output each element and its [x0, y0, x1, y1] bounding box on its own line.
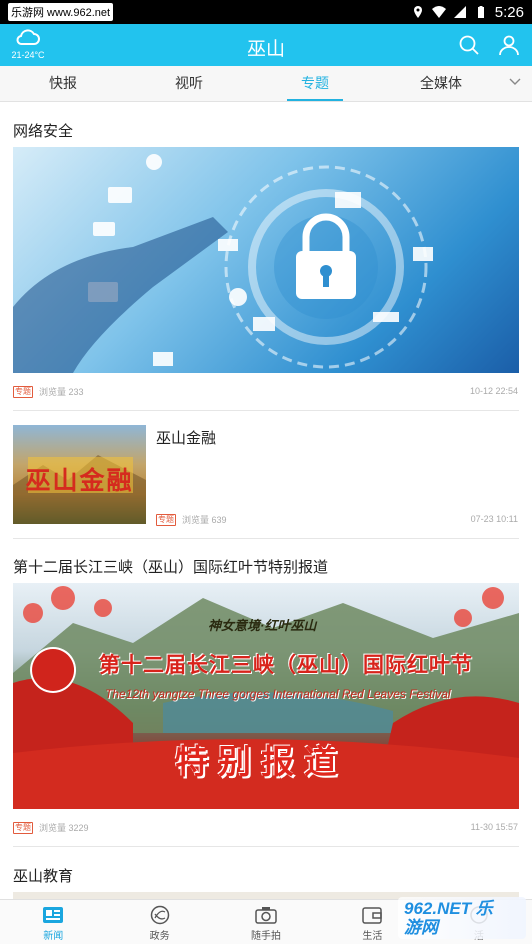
- divider: [13, 846, 519, 847]
- divider: [13, 538, 519, 539]
- watermark-bottom-right: 962.NET 乐游网: [398, 897, 526, 939]
- view-count: 浏览量 3229: [39, 823, 89, 833]
- banner-english-title: The12th yangtze Three gorges Internation…: [105, 687, 451, 701]
- tab-zhuanti[interactable]: 专题: [252, 66, 378, 101]
- article-image-red-leaves-festival[interactable]: 神女意境·红叶巫山 第十二届长江三峡（巫山）国际红叶节 The12th yang…: [13, 583, 519, 809]
- article-title[interactable]: 巫山金融: [156, 427, 216, 448]
- nav-label: 随手拍: [251, 931, 282, 942]
- security-illustration: [13, 154, 433, 373]
- article-thumbnail-wushan-finance[interactable]: 巫山金融: [13, 425, 146, 524]
- divider: [13, 410, 519, 411]
- nav-snapshot[interactable]: 随手拍: [213, 900, 319, 944]
- banner-festival-title: 第十二届长江三峡（巫山）国际红叶节: [99, 654, 473, 677]
- banner-special-report: 特别报道: [175, 743, 347, 780]
- user-icon[interactable]: [498, 34, 520, 56]
- battery-icon: [477, 6, 484, 18]
- signal-icon: [453, 6, 466, 18]
- view-count: 浏览量 639: [182, 515, 227, 525]
- tab-shiting[interactable]: 视听: [126, 66, 252, 101]
- status-time: 5:26: [494, 3, 524, 21]
- wifi-icon: [431, 6, 446, 18]
- news-icon: [43, 907, 64, 923]
- chevron-down-icon[interactable]: [508, 75, 522, 89]
- nav-label: 政务: [149, 931, 170, 942]
- life-icon: [362, 907, 383, 924]
- article-image-network-security[interactable]: [13, 147, 519, 373]
- article-title[interactable]: 网络安全: [13, 120, 73, 141]
- status-bar: 乐游网 www.962.net 5:26: [0, 0, 532, 24]
- location-icon: [413, 6, 422, 18]
- nav-government[interactable]: 政务: [106, 900, 212, 944]
- category-tabs: 快报 视听 专题 全媒体: [0, 66, 532, 102]
- government-icon: [150, 905, 169, 925]
- search-icon[interactable]: [458, 34, 480, 56]
- topic-badge: 专题: [13, 821, 33, 834]
- banner-slogan: 神女意境·红叶巫山: [208, 618, 317, 633]
- view-count: 浏览量 233: [39, 387, 84, 397]
- article-title[interactable]: 第十二届长江三峡（巫山）国际红叶节特别报道: [13, 556, 328, 577]
- publish-time: 11-30 15:57: [470, 822, 518, 832]
- app-screen: 乐游网 www.962.net 5:26 21-24°C 巫山 快报 视听 专题…: [0, 0, 532, 944]
- tab-kuaibao[interactable]: 快报: [0, 66, 126, 101]
- camera-icon: [255, 907, 277, 924]
- nav-label: 生活: [362, 931, 383, 942]
- publish-time: 07-23 10:11: [470, 514, 518, 524]
- publish-time: 10-12 22:54: [469, 386, 518, 396]
- thumbnail-caption: 巫山金融: [25, 467, 134, 495]
- watermark-top-left: 乐游网 www.962.net: [8, 3, 114, 21]
- topic-badge: 专题: [13, 385, 33, 398]
- topic-badge: 专题: [156, 513, 176, 526]
- nav-news[interactable]: 新闻: [0, 900, 106, 944]
- article-title[interactable]: 巫山教育: [13, 865, 73, 886]
- app-header: 21-24°C 巫山: [0, 24, 532, 66]
- page-title: 巫山: [246, 39, 285, 60]
- tab-quanmeiti[interactable]: 全媒体: [378, 66, 504, 101]
- nav-label: 新闻: [43, 931, 64, 942]
